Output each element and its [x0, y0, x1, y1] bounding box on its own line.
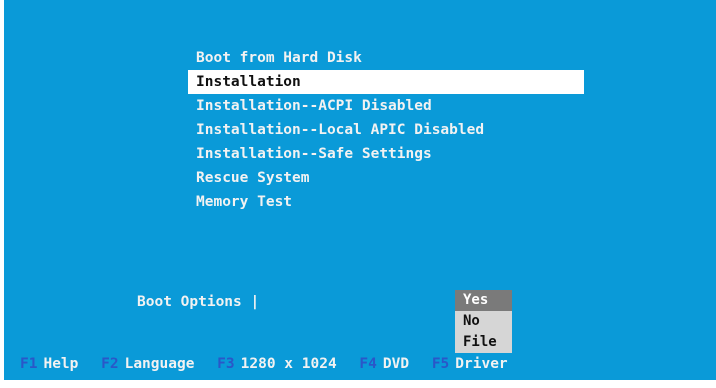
boot-menu: Boot from Hard Disk Installation Install… [188, 46, 584, 214]
fkey-action: DVD [382, 356, 410, 372]
fkey-dvd[interactable]: F4 DVD [359, 356, 409, 372]
menu-item-installation-safe-settings[interactable]: Installation--Safe Settings [188, 142, 584, 166]
fkey-resolution[interactable]: F3 1280 x 1024 [217, 356, 337, 372]
boot-screen: Boot from Hard Disk Installation Install… [4, 0, 716, 380]
fkey-label: F4 [359, 356, 377, 372]
fkey-driver[interactable]: F5 Driver [432, 356, 508, 372]
dropdown-option-yes[interactable]: Yes [455, 290, 512, 311]
fkey-action: Driver [455, 356, 508, 372]
menu-item-rescue-system[interactable]: Rescue System [188, 166, 584, 190]
fkey-action: 1280 x 1024 [240, 356, 337, 372]
function-key-bar: F1 Help F2 Language F3 1280 x 1024 F4 DVD F5… [20, 356, 522, 372]
boot-options-input[interactable]: Boot Options | [137, 294, 259, 310]
menu-item-memory-test[interactable]: Memory Test [188, 190, 584, 214]
fkey-label: F5 [431, 356, 450, 372]
dropdown-option-file[interactable]: File [455, 332, 512, 353]
menu-item-boot-from-hard-disk[interactable]: Boot from Hard Disk [188, 46, 584, 70]
fkey-action: Help [43, 356, 79, 372]
fkey-action: Language [124, 356, 195, 372]
fkey-label: F1 [20, 356, 38, 372]
menu-item-installation-local-apic-disabled[interactable]: Installation--Local APIC Disabled [188, 118, 584, 142]
fkey-label: F3 [217, 356, 235, 372]
menu-item-installation[interactable]: Installation [188, 70, 584, 94]
fkey-help[interactable]: F1 Help [20, 356, 78, 372]
dropdown-option-no[interactable]: No [455, 311, 512, 332]
fkey-language[interactable]: F2 Language [101, 356, 194, 372]
menu-item-installation-acpi-disabled[interactable]: Installation--ACPI Disabled [188, 94, 584, 118]
options-dropdown[interactable]: Yes No File [455, 290, 512, 353]
fkey-label: F2 [101, 356, 119, 372]
